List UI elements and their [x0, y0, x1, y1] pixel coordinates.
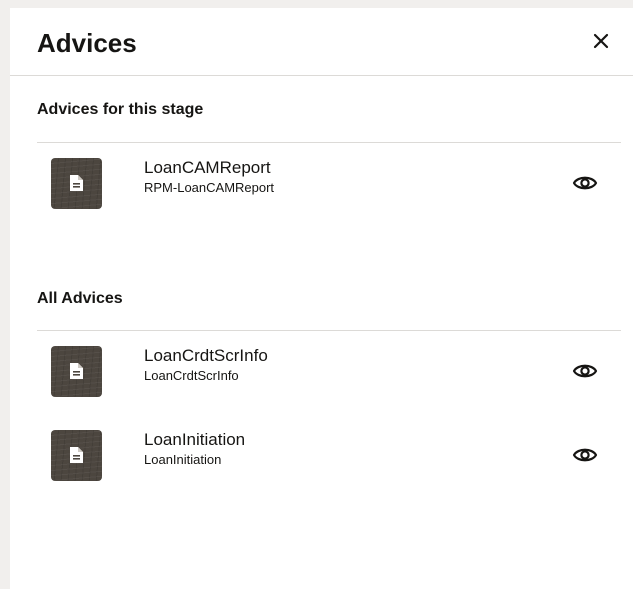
advice-name: LoanCrdtScrInfo — [144, 346, 268, 365]
panel-title: Advices — [37, 28, 137, 58]
eye-icon — [572, 448, 598, 462]
view-advice-button[interactable] — [570, 356, 600, 386]
advice-item-loancamreport[interactable]: LoanCAMReport RPM-LoanCAMReport — [37, 152, 621, 212]
advice-code: LoanCrdtScrInfo — [144, 368, 239, 383]
close-icon — [593, 33, 609, 49]
view-advice-button[interactable] — [570, 168, 600, 198]
document-icon — [70, 363, 83, 379]
eye-icon — [572, 364, 598, 378]
advice-item-loaninitiation[interactable]: LoanInitiation LoanInitiation — [37, 424, 621, 484]
all-section-divider — [37, 330, 621, 331]
stage-section-heading: Advices for this stage — [37, 101, 204, 118]
advice-thumbnail — [51, 158, 102, 209]
close-button[interactable] — [586, 26, 616, 56]
view-advice-button[interactable] — [570, 440, 600, 470]
advice-thumbnail — [51, 346, 102, 397]
stage-section-divider — [37, 142, 621, 143]
advices-panel: Advices Advices for this stage LoanCAMRe… — [10, 8, 633, 589]
advice-item-loancrdtscrinfo[interactable]: LoanCrdtScrInfo LoanCrdtScrInfo — [37, 340, 621, 400]
eye-icon — [572, 176, 598, 190]
advice-name: LoanInitiation — [144, 430, 246, 449]
advice-name: LoanCAMReport — [144, 158, 271, 177]
document-icon — [70, 447, 83, 463]
panel-header: Advices — [10, 8, 633, 76]
advice-code: RPM-LoanCAMReport — [144, 180, 275, 195]
advice-code: LoanInitiation — [144, 452, 222, 467]
all-section-heading: All Advices — [37, 290, 123, 307]
advice-thumbnail — [51, 430, 102, 481]
document-icon — [70, 175, 83, 191]
